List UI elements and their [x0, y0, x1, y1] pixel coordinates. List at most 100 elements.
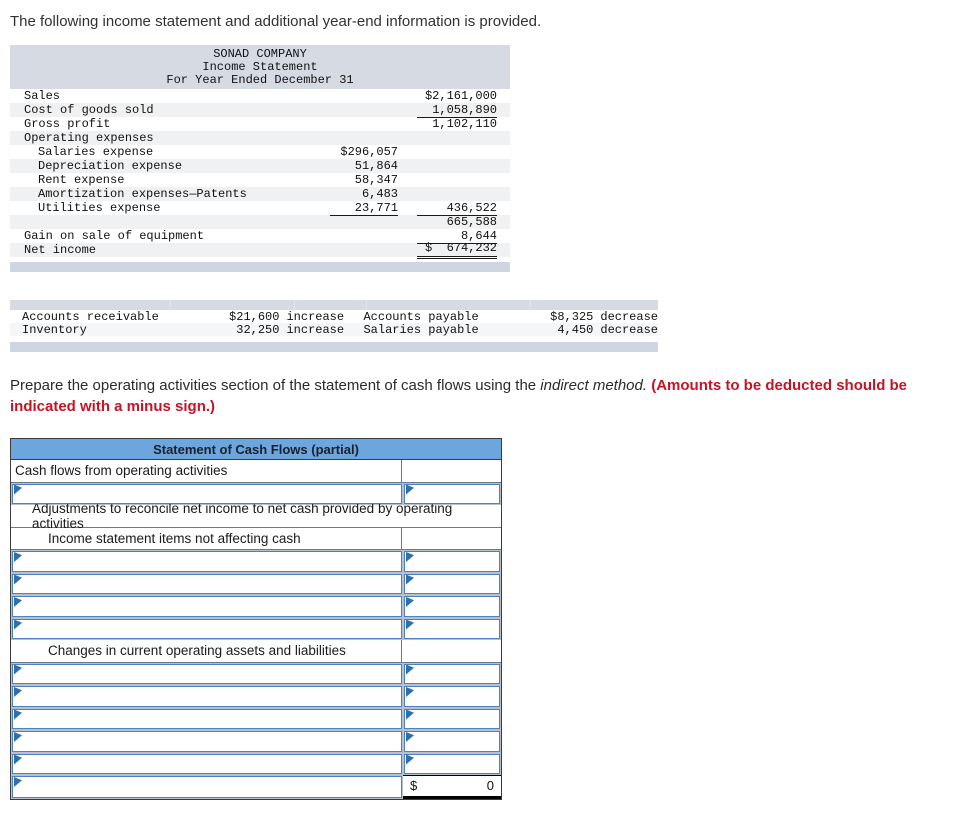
cf-account-input[interactable]: [12, 573, 402, 594]
cf-empty-amount-cell: [402, 460, 501, 482]
cell-marker-icon: [406, 597, 414, 607]
account-direction: increase: [286, 322, 345, 337]
cf-amount-input[interactable]: [404, 753, 500, 774]
table-row: Net income $ 674,232: [10, 241, 510, 259]
cf-amount-input[interactable]: [404, 483, 500, 504]
table-row: Gross profit 1,102,110: [24, 117, 497, 131]
cf-changes-row: Changes in current operating assets and …: [11, 640, 501, 663]
cf-account-input[interactable]: [12, 731, 402, 752]
account-amount: $21,600: [229, 309, 280, 324]
intro-text: The following income statement and addit…: [10, 13, 542, 30]
table-row: Rent expense 58,347: [38, 173, 398, 187]
account-label: Inventory: [22, 322, 87, 337]
table-row: Depreciation expense 51,864: [10, 159, 510, 173]
cf-input-row: [11, 730, 501, 753]
cf-changes-label: Changes in current operating assets and …: [11, 640, 402, 662]
table-row: 665,588: [10, 215, 510, 229]
cf-amount-input[interactable]: [404, 618, 500, 639]
cf-amount-input[interactable]: [404, 731, 500, 752]
account-label: Accounts receivable: [22, 309, 159, 324]
table-row: Amortization expenses—Patents 6,483: [10, 187, 510, 201]
table-row: Inventory 32,250 increase Salaries payab…: [10, 322, 658, 337]
income-statement-header: SONAD COMPANY Income Statement For Year …: [10, 45, 510, 89]
cf-account-input[interactable]: [12, 551, 402, 572]
cf-input-row: [11, 685, 501, 708]
cf-input-row: [11, 707, 501, 730]
instruction-italic: indirect method.: [540, 377, 648, 394]
cell-marker-icon: [14, 754, 22, 765]
table-row: Operating expenses: [10, 131, 510, 145]
cf-input-row: [11, 482, 501, 505]
instruction-text: Prepare the operating activities section…: [10, 376, 951, 417]
cf-adjustments-label: Adjustments to reconcile net income to n…: [32, 500, 453, 531]
cf-section-row: Cash flows from operating activities: [11, 460, 501, 483]
cf-input-row: [11, 572, 501, 595]
table-bottom-band: [10, 342, 658, 352]
cf-input-row: [11, 550, 501, 573]
cf-account-input[interactable]: [12, 483, 402, 504]
instruction-normal: Prepare the operating activities section…: [10, 377, 541, 394]
additional-info-table: Accounts receivable $21,600 increase Acc…: [10, 300, 658, 352]
cf-account-input[interactable]: [12, 708, 402, 729]
account-label: Salaries payable: [363, 322, 479, 337]
account-label: Accounts payable: [363, 309, 479, 324]
cell-marker-icon: [14, 619, 22, 630]
cf-account-input[interactable]: [12, 753, 402, 774]
cf-amount-input[interactable]: [404, 551, 500, 572]
account-amount: $8,325: [550, 309, 594, 324]
cell-marker-icon: [406, 552, 414, 562]
cf-amount-input[interactable]: [404, 708, 500, 729]
cell-marker-icon: [14, 777, 22, 787]
cell-marker-icon: [14, 732, 22, 742]
currency-symbol: $: [410, 778, 418, 794]
cf-account-input[interactable]: [12, 596, 402, 617]
table-row: Cost of goods sold 1,058,890: [10, 103, 510, 118]
cell-marker-icon: [14, 687, 22, 697]
cell-marker-icon: [406, 732, 414, 742]
cf-section-label: Cash flows from operating activities: [11, 460, 402, 482]
cell-marker-icon: [406, 574, 414, 585]
cf-amount-input[interactable]: [404, 663, 500, 684]
table-bottom-band: [10, 262, 510, 272]
cell-marker-icon: [14, 552, 22, 562]
cash-flow-table-title: Statement of Cash Flows (partial): [11, 439, 501, 460]
cf-empty-amount-cell: [402, 640, 501, 662]
cell-marker-icon: [406, 709, 414, 720]
cash-flow-statement-table: Statement of Cash Flows (partial) Cash f…: [10, 438, 502, 800]
cf-income-items-label: Income statement items not affecting cas…: [11, 527, 402, 549]
cf-total-row: $ 0: [11, 775, 501, 799]
cell-marker-icon: [406, 484, 414, 495]
cf-amount-input[interactable]: [404, 596, 500, 617]
cell-marker-icon: [14, 574, 22, 585]
cf-account-input[interactable]: [12, 776, 402, 798]
account-direction: decrease: [600, 322, 658, 337]
cell-marker-icon: [406, 664, 414, 675]
cf-input-row: [11, 595, 501, 618]
cell-marker-icon: [406, 687, 414, 697]
income-statement-table: SONAD COMPANY Income Statement For Year …: [10, 45, 510, 259]
table-row: Sales $2,161,000: [24, 89, 497, 103]
account-direction: decrease: [600, 309, 658, 324]
cf-input-row: [11, 617, 501, 640]
account-amount: 32,250: [236, 322, 280, 337]
cf-total-cell: $ 0: [403, 775, 501, 799]
cell-marker-icon: [406, 754, 414, 765]
cf-input-row: [11, 752, 501, 775]
cell-marker-icon: [14, 597, 22, 607]
table-row: Accounts receivable $21,600 increase Acc…: [10, 309, 658, 324]
cell-marker-icon: [14, 484, 22, 495]
account-direction: increase: [286, 309, 345, 324]
cf-account-input[interactable]: [12, 618, 402, 639]
cf-empty-amount-cell: [402, 528, 501, 550]
table-top-band: [10, 300, 658, 310]
total-value: 0: [486, 778, 494, 794]
cell-marker-icon: [14, 709, 22, 720]
cf-adjustments-row: Adjustments to reconcile net income to n…: [11, 500, 501, 531]
cf-account-input[interactable]: [12, 663, 402, 684]
account-amount: 4,450: [557, 322, 594, 337]
cf-amount-input[interactable]: [404, 686, 500, 707]
cf-amount-input[interactable]: [404, 573, 500, 594]
cell-marker-icon: [14, 664, 22, 675]
cf-account-input[interactable]: [12, 686, 402, 707]
table-row: Salaries expense $296,057: [38, 145, 398, 159]
